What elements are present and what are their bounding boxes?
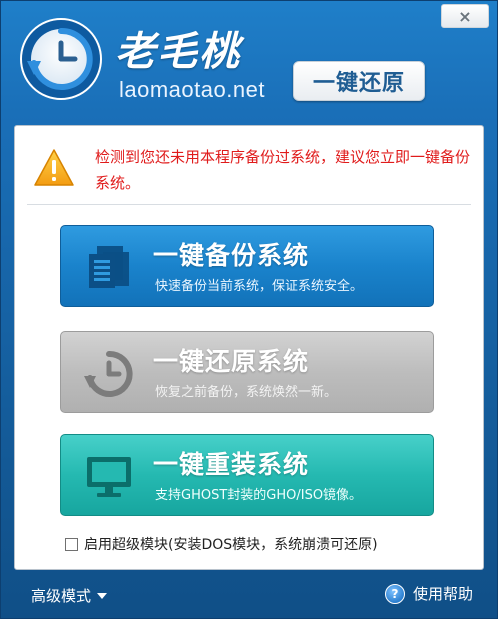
advanced-mode-button[interactable]: 高级模式 (31, 585, 108, 606)
divider (27, 204, 471, 205)
close-button[interactable]: × (441, 4, 489, 28)
reinstall-system-button[interactable]: 一键重装系统 支持GHOST封装的GHO/ISO镜像。 (60, 434, 434, 516)
app-window: × 老毛桃 laomaotao.net 一键还原 检测到您还未用本程序备份过系统… (0, 0, 498, 619)
action-title: 一键还原系统 (153, 347, 310, 376)
documents-icon (89, 246, 129, 288)
restore-logo-icon (20, 18, 102, 100)
warning-icon (34, 149, 74, 186)
brand-name-en: laomaotao.net (119, 77, 265, 102)
action-title: 一键备份系统 (153, 241, 310, 270)
brand-name-cn: 老毛桃 (115, 28, 241, 75)
action-desc: 恢复之前备份，系统焕然一新。 (155, 385, 338, 400)
warning-message: 检测到您还未用本程序备份过系统，建议您立即一键备份系统。 (33, 138, 473, 196)
super-module-option[interactable]: 启用超级模块(安装DOS模块，系统崩溃可还原) (65, 534, 378, 554)
super-module-label: 启用超级模块(安装DOS模块，系统崩溃可还原) (84, 537, 378, 553)
action-title: 一键重装系统 (153, 450, 310, 479)
restore-system-button[interactable]: 一键还原系统 恢复之前备份，系统焕然一新。 (60, 331, 434, 413)
action-desc: 支持GHOST封装的GHO/ISO镜像。 (155, 488, 363, 503)
warning-text: 检测到您还未用本程序备份过系统，建议您立即一键备份系统。 (95, 148, 471, 192)
super-module-checkbox[interactable] (65, 537, 78, 551)
help-label: 使用帮助 (412, 585, 473, 603)
product-badge: 一键还原 (293, 61, 425, 101)
main-panel: 检测到您还未用本程序备份过系统，建议您立即一键备份系统。 一键备份系统 快速备份… (14, 125, 484, 570)
restore-clock-icon (84, 350, 133, 397)
close-icon[interactable]: × (458, 7, 471, 26)
advanced-mode-label: 高级模式 (31, 587, 92, 605)
monitor-icon (87, 457, 131, 497)
help-button[interactable]: ? 使用帮助 (384, 583, 473, 604)
header-logo: 老毛桃 laomaotao.net 一键还原 (19, 13, 425, 113)
action-desc: 快速备份当前系统，保证系统安全。 (155, 279, 364, 294)
chevron-down-icon (97, 592, 108, 599)
backup-system-button[interactable]: 一键备份系统 快速备份当前系统，保证系统安全。 (60, 225, 434, 307)
help-icon: ? (384, 583, 405, 604)
